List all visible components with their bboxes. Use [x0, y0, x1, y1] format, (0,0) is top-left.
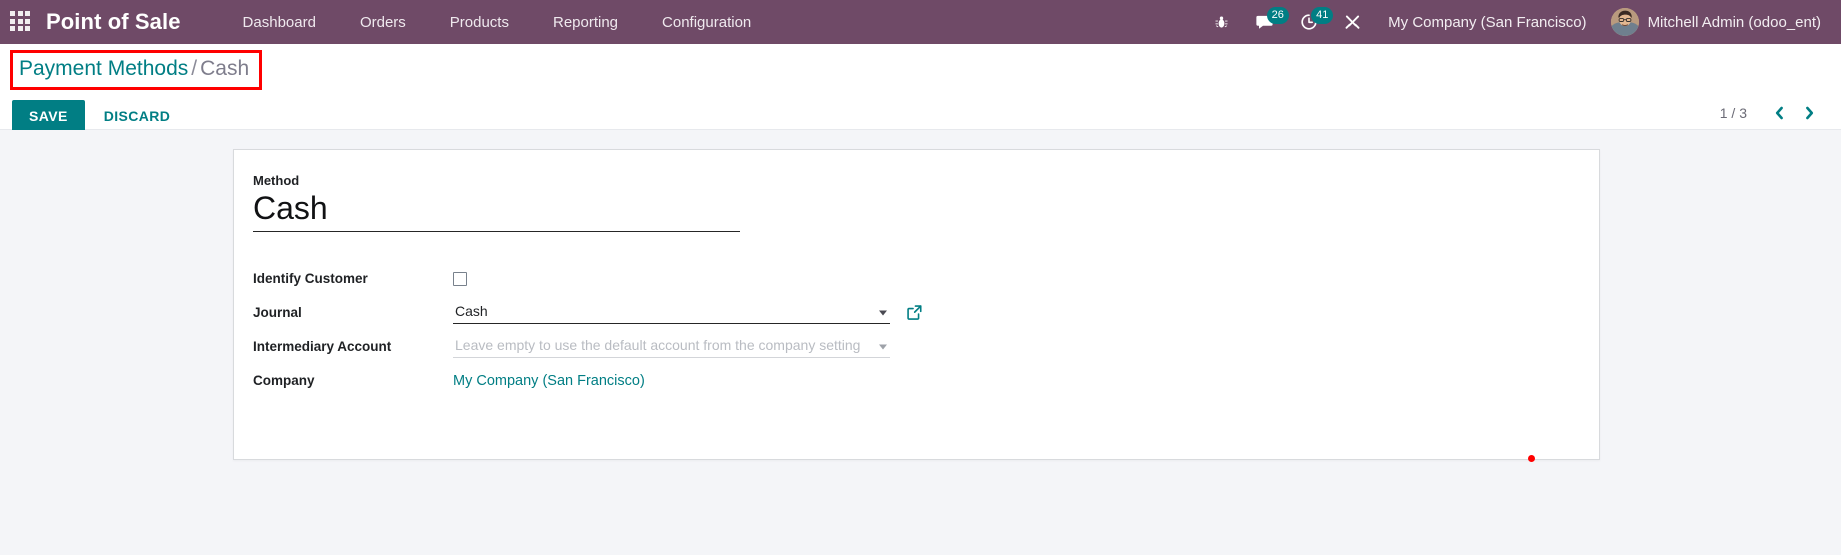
chevron-left-icon [1775, 106, 1783, 120]
menu-item-configuration[interactable]: Configuration [640, 2, 773, 43]
messages-badge: 26 [1266, 7, 1289, 24]
form-sheet: Method Identify Customer Journal [233, 149, 1600, 460]
cursor-marker [1528, 455, 1535, 462]
record-actions: SAVE DISCARD [12, 100, 185, 132]
menu-item-reporting[interactable]: Reporting [531, 2, 640, 43]
menu-item-orders[interactable]: Orders [338, 2, 428, 43]
bug-icon [1215, 16, 1228, 28]
app-brand-title[interactable]: Point of Sale [46, 9, 181, 35]
breadcrumb: Payment Methods / Cash [10, 50, 263, 90]
journal-external-link-button[interactable] [906, 304, 923, 321]
discard-button[interactable]: DISCARD [89, 100, 186, 132]
breadcrumb-current: Cash [200, 57, 250, 80]
user-name-label: Mitchell Admin (odoo_ent) [1647, 13, 1821, 31]
external-link-icon [907, 305, 922, 321]
activities-button[interactable]: 41 [1287, 0, 1334, 44]
menu-item-products[interactable]: Products [428, 2, 531, 43]
journal-label: Journal [253, 305, 302, 321]
user-avatar [1610, 8, 1639, 36]
method-field-label: Method [253, 173, 300, 188]
identify-customer-checkbox[interactable] [453, 271, 467, 286]
company-value-link[interactable]: My Company (San Francisco) [453, 373, 645, 389]
field-row-intermediary-account: Intermediary Account [253, 330, 923, 364]
activities-badge: 41 [1311, 7, 1334, 24]
user-menu[interactable]: Mitchell Admin (odoo_ent) [1601, 0, 1827, 44]
journal-input[interactable] [453, 301, 890, 325]
messages-button[interactable]: 26 [1242, 0, 1289, 44]
identify-customer-label: Identify Customer [253, 271, 368, 287]
breadcrumb-separator: / [191, 57, 198, 80]
record-pager: 1 / 3 [1720, 100, 1823, 126]
breadcrumb-parent-link[interactable]: Payment Methods [19, 57, 188, 80]
breadcrumb-highlight-wrapper: Payment Methods / Cash [10, 50, 263, 90]
pager-count: 1 / 3 [1719, 105, 1747, 121]
form-fields-table: Identify Customer Journal Cash Intermedi… [253, 262, 923, 398]
systray: 26 41 My Company (San Francisco) Mitchel… [1201, 0, 1827, 44]
field-row-journal: Journal [253, 296, 923, 330]
method-input[interactable] [253, 190, 740, 232]
field-row-company: Company My Company (San Francisco) [253, 364, 923, 398]
control-panel: Payment Methods / Cash SAVE DISCARD 1 / 3 [0, 44, 1841, 132]
apps-grid-icon[interactable] [10, 11, 32, 33]
journal-select-wrapper [453, 301, 890, 325]
tools-button[interactable] [1331, 0, 1374, 44]
field-row-identify-customer: Identify Customer [253, 262, 923, 296]
main-menu: Dashboard Orders Products Reporting Conf… [221, 2, 774, 43]
intermediary-account-select-wrapper [453, 335, 890, 359]
wrench-icon [1345, 15, 1360, 29]
chevron-right-icon [1805, 106, 1813, 120]
form-content-area: Method Identify Customer Journal [0, 130, 1841, 555]
pager-previous-button[interactable] [1765, 100, 1793, 126]
avatar-image [1610, 8, 1639, 36]
top-navbar: Point of Sale Dashboard Orders Products … [0, 0, 1841, 44]
menu-item-dashboard[interactable]: Dashboard [221, 2, 338, 43]
debug-menu-button[interactable] [1201, 0, 1242, 44]
save-button[interactable]: SAVE [12, 100, 85, 132]
pager-next-button[interactable] [1795, 100, 1823, 126]
company-switcher[interactable]: My Company (San Francisco) [1374, 0, 1600, 44]
intermediary-account-input[interactable] [453, 335, 890, 359]
intermediary-account-label: Intermediary Account [253, 339, 392, 355]
company-label: Company [253, 373, 315, 389]
